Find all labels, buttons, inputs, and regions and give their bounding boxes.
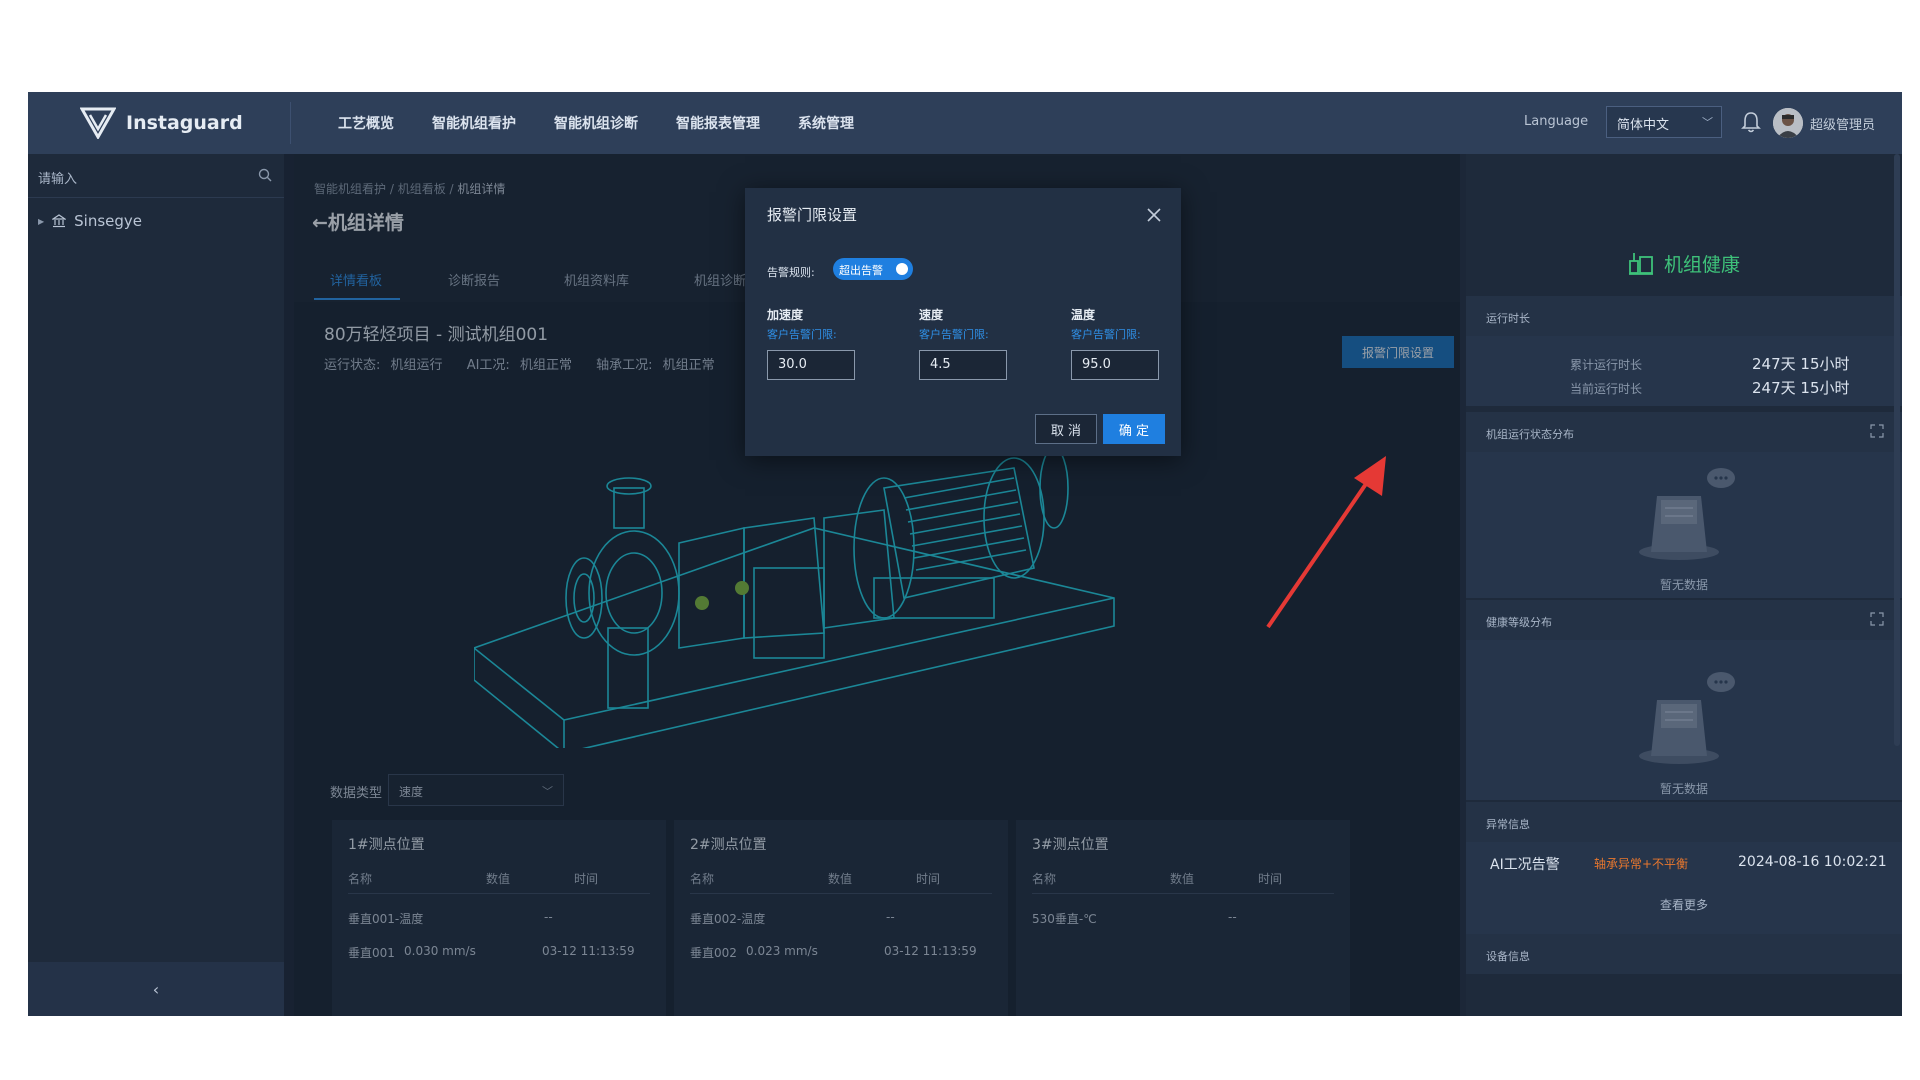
no-data-text: 暂无数据 — [1659, 578, 1708, 592]
main-nav: 工艺概览 智能机组看护 智能机组诊断 智能报表管理 系统管理 — [338, 92, 854, 154]
state-dist-header: 机组运行状态分布 — [1466, 412, 1902, 452]
runtime-section: 累计运行时长 247天 15小时 当前运行时长 247天 15小时 — [1466, 336, 1902, 406]
chevron-left-icon: ‹ — [152, 979, 160, 999]
search-icon[interactable] — [258, 168, 272, 182]
chevron-down-icon: ﹀ — [1702, 116, 1713, 129]
tree-item-root[interactable]: ▶ Sinsegye — [38, 212, 142, 230]
field-temperature: 温度 客户告警门限: 95.0 — [1071, 306, 1171, 380]
nav-item-system-management[interactable]: 系统管理 — [798, 113, 854, 133]
acceleration-threshold-input[interactable]: 30.0 — [767, 350, 855, 380]
bank-icon — [52, 214, 67, 228]
alarm-rule-value: 超出告警 — [839, 264, 883, 277]
alarm-rule-label: 告警规则: — [767, 266, 815, 279]
state-dist-section: 暂无数据 — [1466, 452, 1902, 598]
confirm-button[interactable]: 确 定 — [1103, 414, 1165, 444]
header-divider — [290, 102, 291, 144]
language-label: Language — [1524, 114, 1589, 129]
field-sub-label: 客户告警门限: — [1071, 328, 1141, 341]
health-icon — [1628, 253, 1653, 275]
nav-item-report-management[interactable]: 智能报表管理 — [676, 113, 760, 133]
fullscreen-icon[interactable] — [1870, 424, 1884, 438]
runtime-header-text: 运行时长 — [1486, 312, 1530, 325]
user-avatar-icon — [1773, 108, 1803, 138]
caret-right-icon[interactable]: ▶ — [38, 217, 44, 226]
brand-name: Instaguard — [126, 112, 243, 134]
device-info-header: 设备信息 — [1466, 934, 1902, 974]
language-select[interactable]: 简体中文 ﹀ — [1606, 106, 1722, 138]
nav-item-process-overview[interactable]: 工艺概览 — [338, 113, 394, 133]
abnormal-time: 2024-08-16 10:02:21 — [1738, 854, 1887, 870]
abnormal-section: AI工况告警 轴承异常+不平衡 2024-08-16 10:02:21 查看更多 — [1466, 842, 1902, 934]
fullscreen-icon[interactable] — [1870, 612, 1884, 626]
user-name[interactable]: 超级管理员 — [1810, 114, 1875, 133]
sidebar: 请输入 ▶ Sinsegye ‹ — [28, 154, 284, 1016]
avatar[interactable] — [1773, 108, 1803, 138]
search-input[interactable]: 请输入 — [38, 168, 77, 187]
health-dist-header: 健康等级分布 — [1466, 600, 1902, 640]
sidebar-collapse-button[interactable]: ‹ — [28, 962, 284, 1016]
alarm-rule-toggle[interactable]: 超出告警 — [833, 258, 913, 280]
field-velocity: 速度 客户告警门限: 4.5 — [919, 306, 1019, 380]
state-dist-header-text: 机组运行状态分布 — [1486, 428, 1574, 441]
dialog-title: 报警门限设置 — [767, 206, 858, 224]
annotation-arrow — [1266, 456, 1386, 629]
no-data-text: 暂无数据 — [1659, 782, 1708, 796]
logo-icon — [80, 107, 116, 139]
sidebar-search[interactable]: 请输入 — [28, 154, 284, 198]
health-title: 机组健康 — [1466, 250, 1902, 277]
field-name: 温度 — [1071, 308, 1096, 322]
abnormal-header-text: 异常信息 — [1486, 818, 1530, 831]
view-more-link[interactable]: 查看更多 — [1466, 896, 1902, 913]
app-window: Instaguard 工艺概览 智能机组看护 智能机组诊断 智能报表管理 系统管… — [28, 92, 1902, 1016]
health-panel: 机组健康 运行时长 累计运行时长 247天 15小时 当前运行时长 247天 1… — [1466, 154, 1902, 1016]
abnormal-type: AI工况告警 — [1490, 857, 1560, 873]
velocity-threshold-input[interactable]: 4.5 — [919, 350, 1007, 380]
field-name: 速度 — [919, 308, 944, 322]
health-title-text: 机组健康 — [1664, 254, 1741, 276]
abnormal-header: 异常信息 — [1466, 802, 1902, 842]
temperature-threshold-input[interactable]: 95.0 — [1071, 350, 1159, 380]
field-name: 加速度 — [767, 308, 804, 322]
close-icon[interactable] — [1147, 208, 1161, 222]
field-acceleration: 加速度 客户告警门限: 30.0 — [767, 306, 867, 380]
runtime-section-header: 运行时长 — [1466, 296, 1902, 336]
total-runtime-value: 247天 15小时 — [1752, 355, 1850, 373]
cancel-button[interactable]: 取 消 — [1035, 414, 1097, 444]
bell-icon[interactable] — [1740, 110, 1762, 134]
nav-item-unit-care[interactable]: 智能机组看护 — [432, 113, 516, 133]
toggle-knob — [893, 260, 911, 278]
current-runtime-label: 当前运行时长 — [1570, 382, 1643, 396]
logo[interactable]: Instaguard — [80, 104, 280, 142]
top-bar: Instaguard 工艺概览 智能机组看护 智能机组诊断 智能报表管理 系统管… — [28, 92, 1902, 154]
alarm-threshold-dialog: 报警门限设置 告警规则: 超出告警 加速度 客户告警门限: 30.0 速度 客户… — [745, 188, 1181, 456]
health-dist-section: 暂无数据 — [1466, 640, 1902, 800]
scrollbar[interactable] — [1894, 154, 1900, 746]
field-sub-label: 客户告警门限: — [919, 328, 989, 341]
nav-item-unit-diagnosis[interactable]: 智能机组诊断 — [554, 113, 638, 133]
device-info-header-text: 设备信息 — [1486, 950, 1530, 963]
sidebar-divider — [284, 154, 294, 1016]
empty-data-icon — [1639, 468, 1735, 560]
empty-data-icon — [1639, 672, 1735, 764]
language-value: 简体中文 — [1617, 118, 1670, 133]
health-dist-header-text: 健康等级分布 — [1486, 616, 1552, 629]
abnormal-desc: 轴承异常+不平衡 — [1594, 857, 1689, 871]
total-runtime-label: 累计运行时长 — [1570, 358, 1643, 372]
tree-item-label: Sinsegye — [74, 212, 143, 230]
field-sub-label: 客户告警门限: — [767, 328, 837, 341]
current-runtime-value: 247天 15小时 — [1752, 379, 1850, 397]
